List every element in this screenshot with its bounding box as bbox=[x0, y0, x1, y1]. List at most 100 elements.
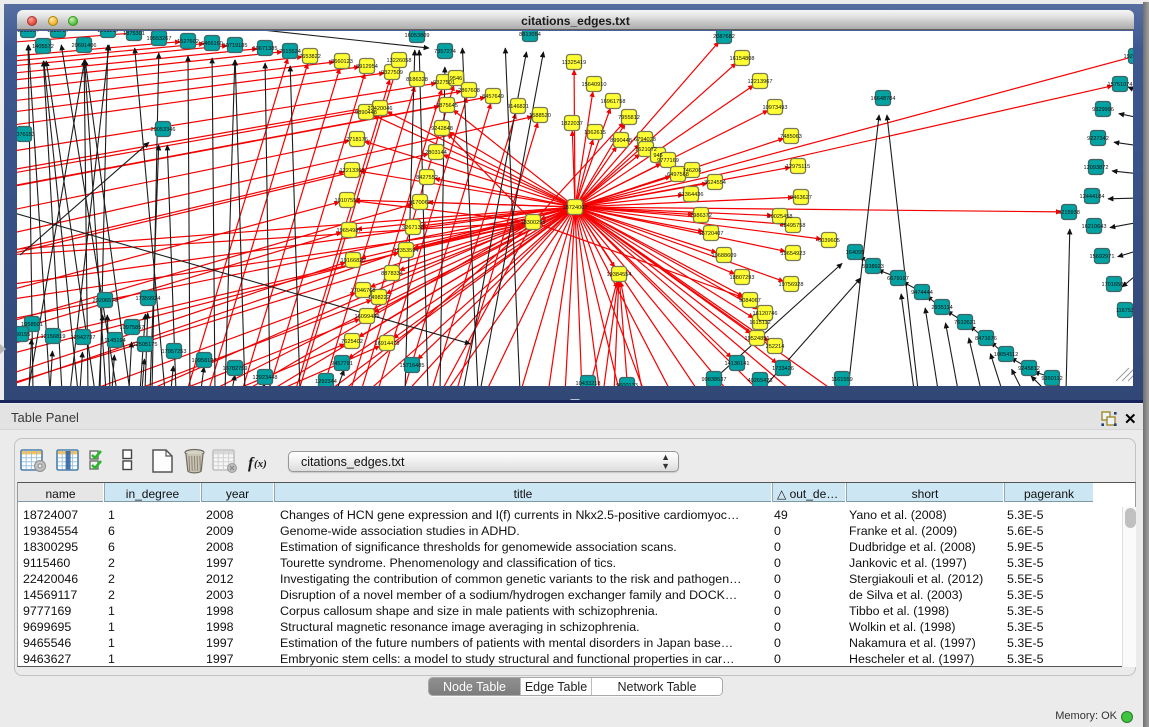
svg-text:1588520: 1588520 bbox=[529, 113, 551, 119]
svg-text:1362615: 1362615 bbox=[584, 130, 606, 136]
svg-text:9242848: 9242848 bbox=[431, 126, 453, 132]
svg-text:2718176: 2718176 bbox=[346, 137, 368, 143]
svg-text:9890448: 9890448 bbox=[355, 110, 377, 116]
svg-text:19756928: 19756928 bbox=[779, 282, 804, 288]
svg-text:19218906: 19218906 bbox=[1124, 54, 1133, 60]
svg-text:10433218: 10433218 bbox=[576, 381, 601, 386]
svg-text:9146821: 9146821 bbox=[507, 104, 529, 110]
svg-text:10107552: 10107552 bbox=[335, 198, 360, 204]
svg-text:20053346: 20053346 bbox=[151, 127, 176, 133]
svg-text:7632621: 7632621 bbox=[954, 320, 976, 326]
svg-text:16914479: 16914479 bbox=[375, 341, 400, 347]
svg-text:1958501: 1958501 bbox=[21, 322, 43, 328]
svg-text:9245812: 9245812 bbox=[1018, 366, 1040, 372]
svg-text:10973493: 10973493 bbox=[763, 105, 788, 111]
svg-text:1161559: 1161559 bbox=[831, 377, 852, 383]
svg-text:19166825: 19166825 bbox=[341, 258, 366, 264]
svg-text:7955812: 7955812 bbox=[618, 115, 640, 121]
svg-text:12353594: 12353594 bbox=[394, 248, 419, 254]
svg-text:20691406: 20691406 bbox=[72, 43, 97, 49]
svg-text:10958127: 10958127 bbox=[192, 358, 217, 364]
svg-text:10671385: 10671385 bbox=[253, 46, 278, 52]
svg-text:252214: 252214 bbox=[766, 344, 785, 350]
svg-text:17046768: 17046768 bbox=[351, 288, 376, 294]
svg-text:17957253: 17957253 bbox=[162, 349, 187, 355]
svg-text:2076153: 2076153 bbox=[17, 132, 35, 138]
svg-text:19384554: 19384554 bbox=[607, 272, 632, 278]
svg-text:2087682: 2087682 bbox=[713, 34, 735, 40]
svg-text:8878334: 8878334 bbox=[381, 271, 403, 277]
svg-text:(x): (x) bbox=[254, 458, 267, 470]
svg-text:10975857: 10975857 bbox=[120, 325, 145, 331]
svg-text:1812304: 1812304 bbox=[17, 31, 39, 34]
svg-text:9600133: 9600133 bbox=[616, 383, 638, 386]
svg-text:7986372: 7986372 bbox=[690, 213, 712, 219]
svg-text:16648784: 16648784 bbox=[871, 96, 896, 102]
svg-text:16782759: 16782759 bbox=[223, 366, 248, 372]
svg-text:9474444: 9474444 bbox=[911, 290, 933, 296]
svg-text:12444184: 12444184 bbox=[1080, 194, 1105, 200]
svg-text:19654987: 19654987 bbox=[337, 228, 362, 234]
svg-text:9350112: 9350112 bbox=[1041, 376, 1062, 382]
svg-text:1292344: 1292344 bbox=[315, 379, 337, 385]
svg-text:2803144: 2803144 bbox=[425, 150, 447, 156]
svg-text:10654112: 10654112 bbox=[994, 352, 1018, 358]
svg-text:1145194: 1145194 bbox=[104, 338, 125, 344]
svg-text:1733426: 1733426 bbox=[772, 366, 794, 372]
svg-text:9777169: 9777169 bbox=[657, 158, 679, 164]
svg-text:1822037: 1822037 bbox=[561, 121, 583, 127]
svg-text:18724007: 18724007 bbox=[563, 205, 588, 211]
svg-text:1527602: 1527602 bbox=[177, 39, 199, 45]
svg-text:15692971: 15692971 bbox=[1090, 254, 1115, 260]
svg-text:1498222: 1498222 bbox=[368, 295, 390, 301]
svg-text:16961758: 16961758 bbox=[601, 99, 626, 105]
svg-text:7625402: 7625402 bbox=[341, 339, 363, 345]
svg-text:8427552: 8427552 bbox=[416, 175, 438, 181]
svg-text:8471676: 8471676 bbox=[975, 336, 997, 342]
svg-text:9463627: 9463627 bbox=[790, 195, 812, 201]
svg-text:1875301: 1875301 bbox=[123, 31, 145, 37]
svg-text:7515524: 7515524 bbox=[279, 49, 301, 55]
svg-text:12923448: 12923448 bbox=[253, 375, 278, 381]
svg-text:12975115: 12975115 bbox=[786, 164, 810, 170]
svg-text:7357274: 7357274 bbox=[434, 49, 456, 55]
svg-text:18495758: 18495758 bbox=[781, 223, 806, 229]
svg-text:7653822: 7653822 bbox=[299, 54, 321, 60]
svg-text:8813054: 8813054 bbox=[519, 32, 541, 38]
svg-text:1615112: 1615112 bbox=[749, 320, 770, 326]
svg-text:19654923: 19654923 bbox=[781, 251, 806, 257]
svg-text:6039605: 6039605 bbox=[818, 238, 840, 244]
svg-text:16210643: 16210643 bbox=[1082, 224, 1107, 230]
svg-text:11325419: 11325419 bbox=[562, 60, 586, 66]
svg-text:3267130: 3267130 bbox=[402, 225, 424, 231]
svg-text:16120746: 16120746 bbox=[753, 311, 778, 317]
svg-text:939155: 939155 bbox=[17, 332, 30, 338]
svg-text:8186328: 8186328 bbox=[406, 77, 428, 83]
svg-text:1935727: 1935727 bbox=[47, 31, 69, 34]
svg-text:9084067: 9084067 bbox=[739, 298, 761, 304]
svg-text:18300295: 18300295 bbox=[521, 220, 546, 226]
svg-text:164095: 164095 bbox=[846, 250, 865, 256]
svg-text:12213967: 12213967 bbox=[748, 79, 773, 85]
svg-text:1405572: 1405572 bbox=[32, 44, 54, 50]
svg-text:6679197: 6679197 bbox=[887, 276, 909, 282]
svg-text:3624554: 3624554 bbox=[704, 180, 726, 186]
svg-text:9170062: 9170062 bbox=[409, 200, 431, 206]
svg-text:9329996: 9329996 bbox=[1092, 107, 1114, 113]
svg-text:6466160: 6466160 bbox=[201, 41, 223, 47]
svg-text:90838637: 90838637 bbox=[702, 377, 727, 383]
svg-text:12942737: 12942737 bbox=[71, 335, 96, 341]
svg-text:15640910: 15640910 bbox=[582, 82, 607, 88]
svg-text:17016504: 17016504 bbox=[1102, 282, 1127, 288]
svg-text:17359924: 17359924 bbox=[136, 296, 161, 302]
svg-text:10025458: 10025458 bbox=[768, 214, 793, 220]
svg-text:40265423: 40265423 bbox=[748, 378, 773, 384]
svg-text:12156819: 12156819 bbox=[41, 334, 66, 340]
svg-text:10688609: 10688609 bbox=[712, 253, 737, 259]
svg-text:10719185: 10719185 bbox=[223, 43, 248, 49]
svg-text:15716485: 15716485 bbox=[400, 363, 425, 369]
svg-text:9227342: 9227342 bbox=[1087, 136, 1109, 142]
svg-text:3215938: 3215938 bbox=[1058, 210, 1080, 216]
svg-text:16099489: 16099489 bbox=[355, 314, 380, 320]
svg-text:8912954: 8912954 bbox=[356, 64, 378, 70]
